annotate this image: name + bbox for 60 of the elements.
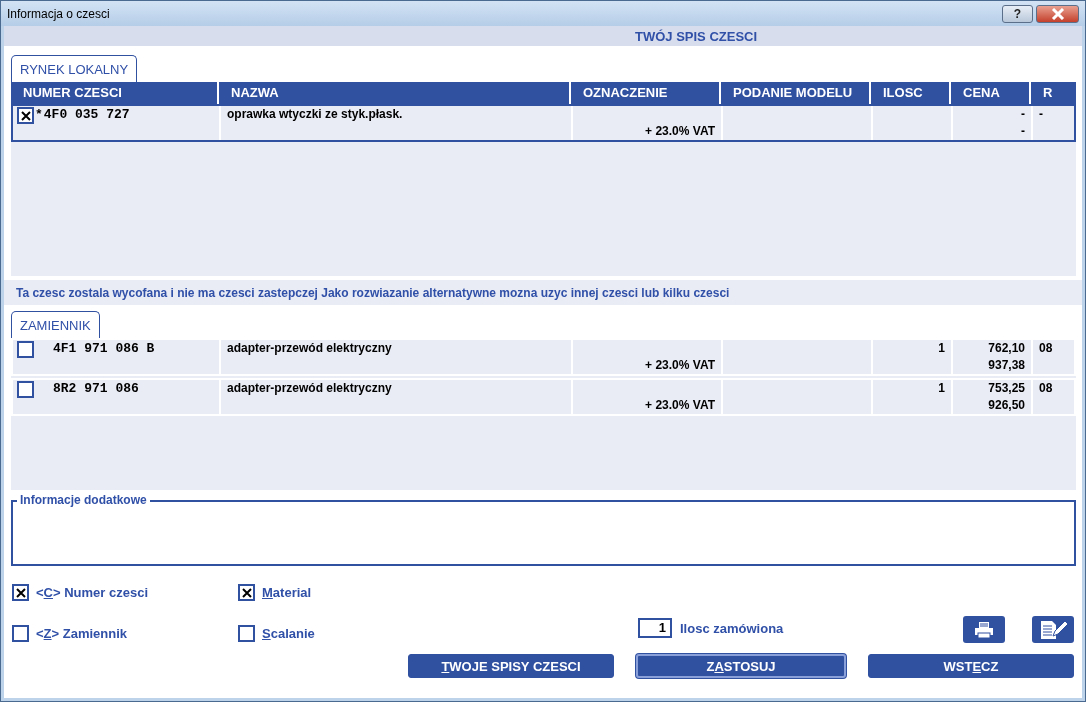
header-title: TWÓJ SPIS CZESCI bbox=[635, 28, 758, 44]
print-button[interactable] bbox=[963, 616, 1005, 643]
gross-price: 937,38 bbox=[988, 358, 1025, 372]
quantity-field[interactable]: 1 bbox=[638, 618, 672, 638]
tab[interactable]: RYNEK LOKALNY bbox=[11, 55, 138, 82]
action-button[interactable]: WSTECZ bbox=[868, 654, 1074, 678]
part-name: adapter-przewód elektryczny bbox=[227, 381, 393, 395]
column-header[interactable]: OZNACZENIE bbox=[571, 82, 719, 104]
gross-price: 926,50 bbox=[988, 398, 1025, 412]
action-button[interactable]: ZASTOSUJ bbox=[636, 654, 846, 678]
quantity-label: Ilosc zamówiona bbox=[680, 620, 784, 636]
message-text: Ta czesc zostala wycofana i nie ma czesci zastepczej Jako rozwiazanie alternatywne mozna uzyc innej czesci lub kilku czesci bbox=[16, 286, 730, 300]
vat-text: + 23.0% VAT bbox=[645, 358, 715, 372]
quantity-text: 1 bbox=[938, 381, 945, 395]
column-header[interactable]: CENA bbox=[951, 82, 1029, 104]
close-button[interactable] bbox=[1036, 4, 1079, 23]
checkbox[interactable] bbox=[238, 584, 255, 601]
r-value: 08 bbox=[1039, 381, 1054, 395]
checkbox[interactable] bbox=[238, 625, 255, 642]
r-value: - bbox=[1039, 107, 1044, 121]
checkbox[interactable] bbox=[17, 341, 34, 358]
help-button[interactable]: ? bbox=[1002, 4, 1033, 23]
part-name: oprawka wtyczki ze styk.płask. bbox=[227, 107, 404, 121]
column-header[interactable]: NUMER CZESCI bbox=[11, 82, 217, 104]
column-header[interactable]: R bbox=[1031, 82, 1076, 104]
marker-text: * bbox=[35, 107, 43, 122]
net-price: - bbox=[1021, 107, 1025, 121]
edit-button[interactable] bbox=[1032, 616, 1074, 643]
info-label: Informacje dodatkowe bbox=[17, 493, 150, 507]
tab[interactable]: ZAMIENNIK bbox=[11, 311, 100, 338]
column-header[interactable]: PODANIE MODELU bbox=[721, 82, 869, 104]
net-price: 753,25 bbox=[988, 381, 1025, 395]
gross-price: - bbox=[1021, 124, 1025, 138]
checkbox[interactable] bbox=[17, 107, 34, 124]
note-pencil-icon bbox=[1038, 619, 1068, 640]
printer-icon bbox=[972, 620, 996, 639]
option-label[interactable]: Scalanie bbox=[262, 626, 315, 641]
checkbox[interactable] bbox=[17, 381, 34, 398]
r-value: 08 bbox=[1039, 341, 1054, 355]
option-label[interactable]: <Z> Zamiennik bbox=[36, 626, 128, 641]
option-label[interactable]: Material bbox=[262, 585, 312, 600]
part-number: 8R2 971 086 bbox=[53, 381, 139, 396]
part-number: 4F0 035 727 bbox=[43, 107, 130, 122]
quantity-text: 1 bbox=[938, 341, 945, 355]
vat-text: + 23.0% VAT bbox=[645, 124, 715, 138]
part-name: adapter-przewód elektryczny bbox=[227, 341, 393, 355]
close-icon bbox=[1050, 7, 1065, 20]
checkbox[interactable] bbox=[12, 625, 29, 642]
vat-text: + 23.0% VAT bbox=[645, 398, 715, 412]
table-row[interactable]: *4F0 035 727 oprawka wtyczki ze styk.płask. + 23.0% VAT - - - bbox=[11, 104, 1076, 142]
table-row[interactable]: 8R2 971 086 adapter-przewód elektryczny + 23.0% VAT 1 753,25 926,50 08 bbox=[11, 378, 1076, 416]
option-label[interactable]: <C> Numer czesci bbox=[36, 585, 148, 600]
column-header[interactable]: NAZWA bbox=[219, 82, 569, 104]
table-row[interactable]: 4F1 971 086 B adapter-przewód elektryczny + 23.0% VAT 1 762,10 937,38 08 bbox=[11, 338, 1076, 376]
net-price: 762,10 bbox=[988, 341, 1025, 355]
window-title: Informacja o czesci bbox=[7, 6, 110, 21]
checkbox[interactable] bbox=[12, 584, 29, 601]
action-button[interactable]: TWOJE SPISY CZESCI bbox=[408, 654, 614, 678]
part-number: 4F1 971 086 B bbox=[53, 341, 155, 356]
column-header[interactable]: ILOSC bbox=[871, 82, 949, 104]
